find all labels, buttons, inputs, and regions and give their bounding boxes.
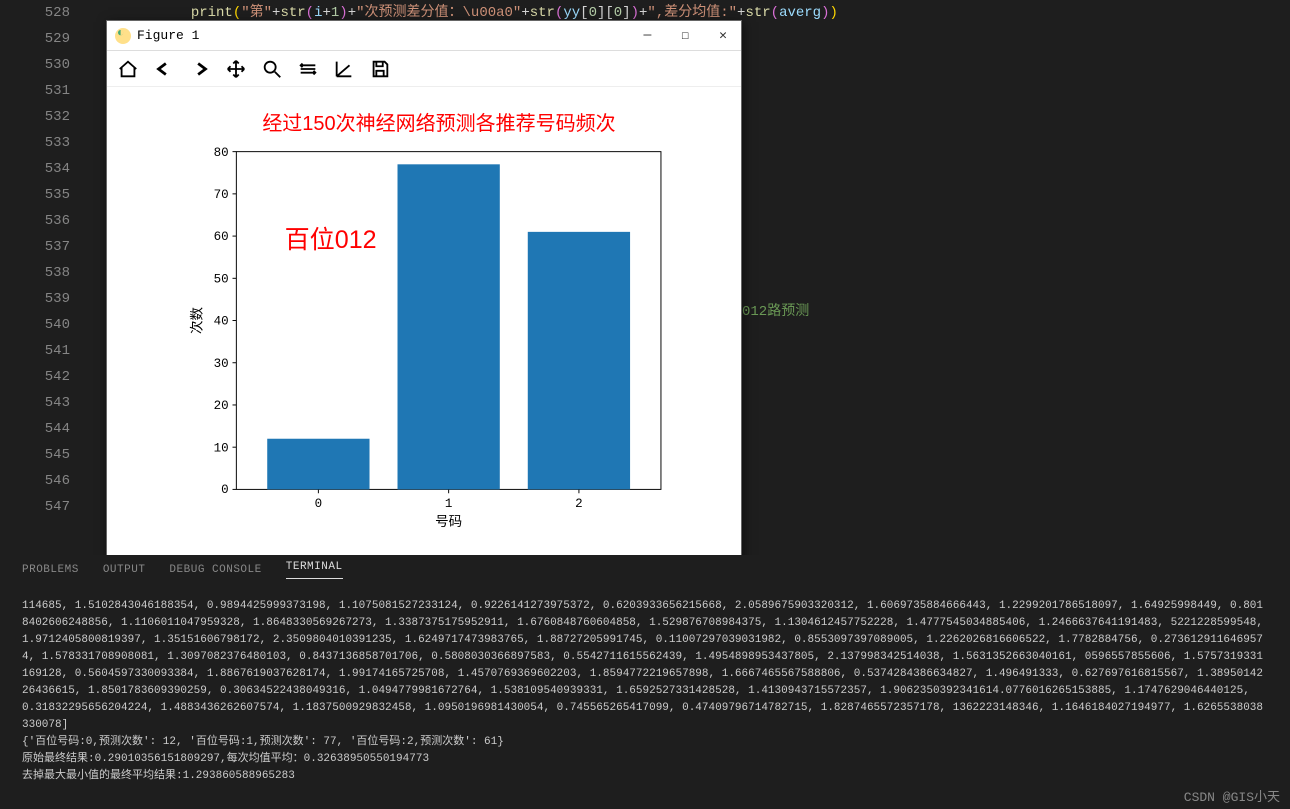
bar-chart: 0 10 20 30 40 50 60 70 80 (167, 142, 711, 528)
svg-text:20: 20 (214, 399, 229, 413)
svg-text:70: 70 (214, 188, 229, 202)
bar-1 (398, 164, 500, 489)
matplotlib-icon (115, 28, 131, 44)
axes-icon[interactable] (333, 58, 355, 80)
line-num: 535 (0, 182, 70, 208)
svg-text:2: 2 (575, 497, 583, 511)
line-num: 537 (0, 234, 70, 260)
pan-icon[interactable] (225, 58, 247, 80)
line-num: 530 (0, 52, 70, 78)
line-num: 545 (0, 442, 70, 468)
chart-annotation: 百位012 (285, 226, 377, 254)
figure-titlebar[interactable]: Figure 1 ─ ☐ ✕ (107, 21, 741, 51)
home-icon[interactable] (117, 58, 139, 80)
panel-tabs: PROBLEMS OUTPUT DEBUG CONSOLE TERMINAL (0, 555, 1290, 585)
line-num: 544 (0, 416, 70, 442)
line-num: 547 (0, 494, 70, 520)
back-icon[interactable] (153, 58, 175, 80)
line-num: 528 (0, 0, 70, 26)
figure-title: Figure 1 (137, 28, 199, 43)
line-num: 541 (0, 338, 70, 364)
bar-0 (267, 439, 369, 490)
line-num: 536 (0, 208, 70, 234)
tab-terminal[interactable]: TERMINAL (286, 561, 343, 579)
svg-text:80: 80 (214, 146, 229, 160)
terminal-output[interactable]: 114685, 1.5102843046188354, 0.9894425999… (0, 590, 1290, 809)
tab-problems[interactable]: PROBLEMS (22, 564, 79, 576)
subplots-icon[interactable] (297, 58, 319, 80)
svg-text:1: 1 (445, 497, 453, 511)
bar-2 (528, 232, 630, 490)
tab-output[interactable]: OUTPUT (103, 564, 146, 576)
line-gutter: 528 529 530 531 532 533 534 535 536 537 … (0, 0, 90, 550)
tab-debug-console[interactable]: DEBUG CONSOLE (169, 564, 261, 576)
line-num: 533 (0, 130, 70, 156)
line-num: 542 (0, 364, 70, 390)
line-num: 532 (0, 104, 70, 130)
y-axis-label: 次数 (190, 307, 205, 335)
x-axis-label: 号码 (435, 514, 462, 528)
x-ticks: 0 1 2 (315, 489, 583, 510)
figure-plot-area: 经过150次神经网络预测各推荐号码频次 0 10 20 30 40 50 60 … (107, 87, 741, 563)
minimize-button[interactable]: ─ (638, 26, 658, 45)
zoom-icon[interactable] (261, 58, 283, 80)
figure-toolbar (107, 51, 741, 87)
line-num: 529 (0, 26, 70, 52)
watermark: CSDN @GIS小天 (1184, 786, 1280, 805)
line-num: 546 (0, 468, 70, 494)
line-num: 538 (0, 260, 70, 286)
matplotlib-figure-window: Figure 1 ─ ☐ ✕ 经过150次神经网络预测各推荐号码频次 0 10 … (106, 20, 742, 564)
line-num: 531 (0, 78, 70, 104)
forward-icon[interactable] (189, 58, 211, 80)
close-button[interactable]: ✕ (713, 26, 733, 45)
y-ticks: 0 10 20 30 40 50 60 70 80 (214, 146, 237, 498)
line-num: 540 (0, 312, 70, 338)
svg-text:0: 0 (221, 483, 229, 497)
svg-text:0: 0 (315, 497, 323, 511)
svg-text:40: 40 (214, 315, 229, 329)
code-comment-fragment: 012路预测 (742, 300, 809, 320)
maximize-button[interactable]: ☐ (675, 26, 695, 45)
svg-text:50: 50 (214, 272, 229, 286)
chart-title: 经过150次神经网络预测各推荐号码频次 (167, 107, 711, 136)
line-num: 539 (0, 286, 70, 312)
line-num: 534 (0, 156, 70, 182)
svg-text:60: 60 (214, 230, 229, 244)
svg-text:10: 10 (214, 441, 229, 455)
line-num: 543 (0, 390, 70, 416)
save-icon[interactable] (369, 58, 391, 80)
svg-text:30: 30 (214, 357, 229, 371)
